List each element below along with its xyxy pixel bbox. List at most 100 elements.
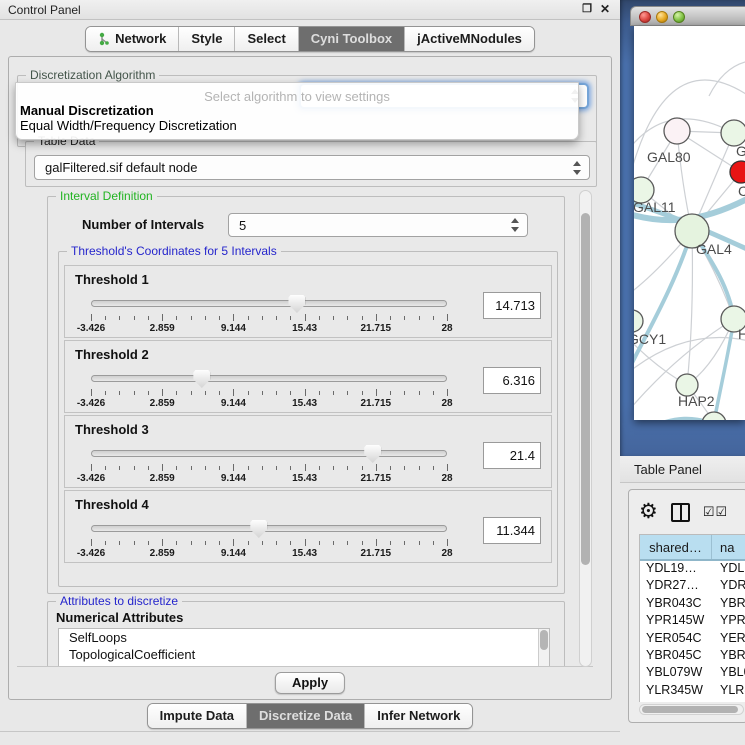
- minimize-traffic-light[interactable]: [656, 11, 668, 23]
- node-red[interactable]: [730, 161, 745, 183]
- tab-impute-data[interactable]: Impute Data: [148, 704, 246, 728]
- attributes-group-title: Attributes to discretize: [56, 594, 182, 608]
- threshold-3-slider[interactable]: -3.4262.8599.14415.4321.71528: [91, 444, 447, 486]
- list-scrollbar[interactable]: [538, 629, 549, 667]
- slider-thumb[interactable]: [250, 520, 267, 538]
- tab-style[interactable]: Style: [178, 27, 234, 51]
- threshold-2-value[interactable]: 6.316: [483, 367, 541, 394]
- network-window-titlebar[interactable]: [630, 6, 745, 26]
- threshold-4-block: Threshold 4 -3.4262.8599.14415.4321.7152…: [64, 490, 552, 563]
- threshold-2-label: Threshold 2: [75, 347, 149, 362]
- zoom-traffic-light[interactable]: [673, 11, 685, 23]
- gear-icon[interactable]: ⚙: [639, 502, 658, 522]
- control-panel-titlebar: Control Panel ❐ ✕: [0, 0, 620, 20]
- list-item[interactable]: TopologicalCoefficient: [59, 646, 549, 663]
- node-gal80[interactable]: [664, 118, 690, 144]
- control-panel: Control Panel ❐ ✕ Network Style Select C…: [0, 0, 620, 745]
- network-view[interactable]: GAL80 GA C GAL11 GAL4 GCY1 H HAP2: [634, 26, 745, 420]
- table-row[interactable]: YIL052CYIL0: [640, 700, 745, 702]
- slider-thumb[interactable]: [364, 445, 381, 463]
- tab-jactivemnodules[interactable]: jActiveMNodules: [404, 27, 534, 51]
- threshold-3-label: Threshold 3: [75, 422, 149, 437]
- table-panel-title: Table Panel: [634, 462, 702, 477]
- table-row[interactable]: YDL19…YDL1: [640, 561, 745, 578]
- thresholds-group-title: Threshold's Coordinates for 5 Intervals: [67, 244, 281, 258]
- table-row[interactable]: YBL079WYBL0: [640, 665, 745, 682]
- table-data-value: galFiltered.sif default node: [45, 160, 197, 175]
- top-tab-bar: Network Style Select Cyni Toolbox jActiv…: [0, 26, 620, 52]
- svg-text:GA: GA: [736, 143, 745, 159]
- threshold-1-value[interactable]: 14.713: [483, 292, 541, 319]
- list-item[interactable]: BetweennessCentrality: [59, 663, 549, 667]
- columns-icon[interactable]: [671, 503, 690, 522]
- table-row[interactable]: YBR043CYBR0: [640, 596, 745, 613]
- numerical-attributes-label: Numerical Attributes: [56, 610, 183, 625]
- slider-thumb[interactable]: [288, 295, 305, 313]
- svg-text:GCY1: GCY1: [634, 331, 666, 347]
- settings-scroll-area: Interval Definition Number of Intervals …: [17, 189, 593, 667]
- column-header-name[interactable]: na: [712, 535, 745, 559]
- tab-infer-network[interactable]: Infer Network: [364, 704, 472, 728]
- network-icon: [98, 32, 110, 46]
- svg-text:GAL80: GAL80: [647, 149, 691, 165]
- tab-discretize-data[interactable]: Discretize Data: [246, 704, 364, 728]
- table-panel: ⚙ ☑☑ shared… na YDL19…YDL1 YDR27…YDR2 YB…: [628, 489, 745, 723]
- numerical-attributes-list[interactable]: SelfLoops TopologicalCoefficient Between…: [58, 628, 550, 667]
- bottom-divider: [0, 731, 620, 732]
- threshold-2-slider[interactable]: -3.4262.8599.14415.4321.71528: [91, 369, 447, 411]
- interval-definition-title: Interval Definition: [56, 189, 157, 203]
- number-of-intervals-label: Number of Intervals: [82, 217, 204, 232]
- svg-text:C: C: [738, 183, 745, 199]
- table-row[interactable]: YBR045CYBR0: [640, 648, 745, 665]
- table-row[interactable]: YLR345WYLR3: [640, 683, 745, 700]
- list-item[interactable]: SelfLoops: [59, 629, 549, 646]
- algorithm-option-manual[interactable]: Manual Discretization: [20, 103, 154, 118]
- close-icon[interactable]: ✕: [600, 3, 610, 16]
- threshold-3-block: Threshold 3 -3.4262.8599.14415.4321.7152…: [64, 415, 552, 488]
- combo-arrows-icon: [510, 218, 519, 232]
- table-row[interactable]: YPR145WYPR1: [640, 613, 745, 630]
- settings-vertical-scrollbar[interactable]: [579, 190, 592, 667]
- apply-button[interactable]: Apply: [275, 672, 345, 694]
- scrollbar-thumb[interactable]: [642, 706, 738, 713]
- number-of-intervals-combobox[interactable]: 5: [228, 213, 528, 237]
- close-traffic-light[interactable]: [639, 11, 651, 23]
- threshold-4-value[interactable]: 11.344: [483, 517, 541, 544]
- scrollbar-thumb[interactable]: [581, 213, 590, 565]
- algorithm-dropdown-popup: Select algorithm to view settings Manual…: [15, 82, 579, 140]
- column-header-shared[interactable]: shared…: [640, 535, 712, 559]
- float-window-icon[interactable]: ❐: [582, 3, 592, 16]
- svg-text:HAP2: HAP2: [678, 393, 715, 409]
- slider-thumb[interactable]: [193, 370, 210, 388]
- combo-arrows-icon: [572, 161, 581, 175]
- threshold-1-block: Threshold 1 -3.4262.8599.14415.4321.7152…: [64, 265, 552, 338]
- table-panel-header: Table Panel: [620, 456, 745, 483]
- tab-network[interactable]: Network: [86, 27, 178, 51]
- node-gcy1[interactable]: [634, 310, 643, 332]
- attributes-group: Attributes to discretize Numerical Attri…: [47, 601, 565, 667]
- threshold-1-slider[interactable]: -3.4262.8599.14415.4321.71528: [91, 294, 447, 336]
- number-of-intervals-value: 5: [239, 218, 246, 233]
- tab-select[interactable]: Select: [234, 27, 297, 51]
- threshold-4-slider[interactable]: -3.4262.8599.14415.4321.71528: [91, 519, 447, 561]
- threshold-1-label: Threshold 1: [75, 272, 149, 287]
- threshold-2-block: Threshold 2 -3.4262.8599.14415.4321.7152…: [64, 340, 552, 413]
- table-horizontal-scrollbar[interactable]: [639, 704, 744, 715]
- algorithm-option-equal-width[interactable]: Equal Width/Frequency Discretization: [20, 118, 237, 133]
- table-row[interactable]: YER054CYER0: [640, 631, 745, 648]
- svg-text:GAL4: GAL4: [696, 241, 732, 257]
- control-panel-title: Control Panel: [8, 3, 81, 17]
- threshold-3-value[interactable]: 21.4: [483, 442, 541, 469]
- table-header-row: shared… na: [640, 535, 745, 561]
- svg-text:GAL11: GAL11: [634, 199, 676, 215]
- thresholds-group: Threshold's Coordinates for 5 Intervals …: [58, 251, 558, 587]
- bottom-tab-bar: Impute Data Discretize Data Infer Networ…: [0, 703, 620, 729]
- tab-cyni-toolbox[interactable]: Cyni Toolbox: [298, 27, 404, 51]
- table-data-combobox[interactable]: galFiltered.sif default node: [34, 155, 590, 180]
- node-bottom[interactable]: [702, 412, 726, 420]
- right-strip: GAL80 GA C GAL11 GAL4 GCY1 H HAP2 Table …: [620, 0, 745, 745]
- table-row[interactable]: YDR27…YDR2: [640, 578, 745, 595]
- checkbox-icons[interactable]: ☑☑: [703, 504, 728, 520]
- node-table[interactable]: shared… na YDL19…YDL1 YDR27…YDR2 YBR043C…: [639, 534, 745, 702]
- network-graph: GAL80 GA C GAL11 GAL4 GCY1 H HAP2: [634, 26, 745, 420]
